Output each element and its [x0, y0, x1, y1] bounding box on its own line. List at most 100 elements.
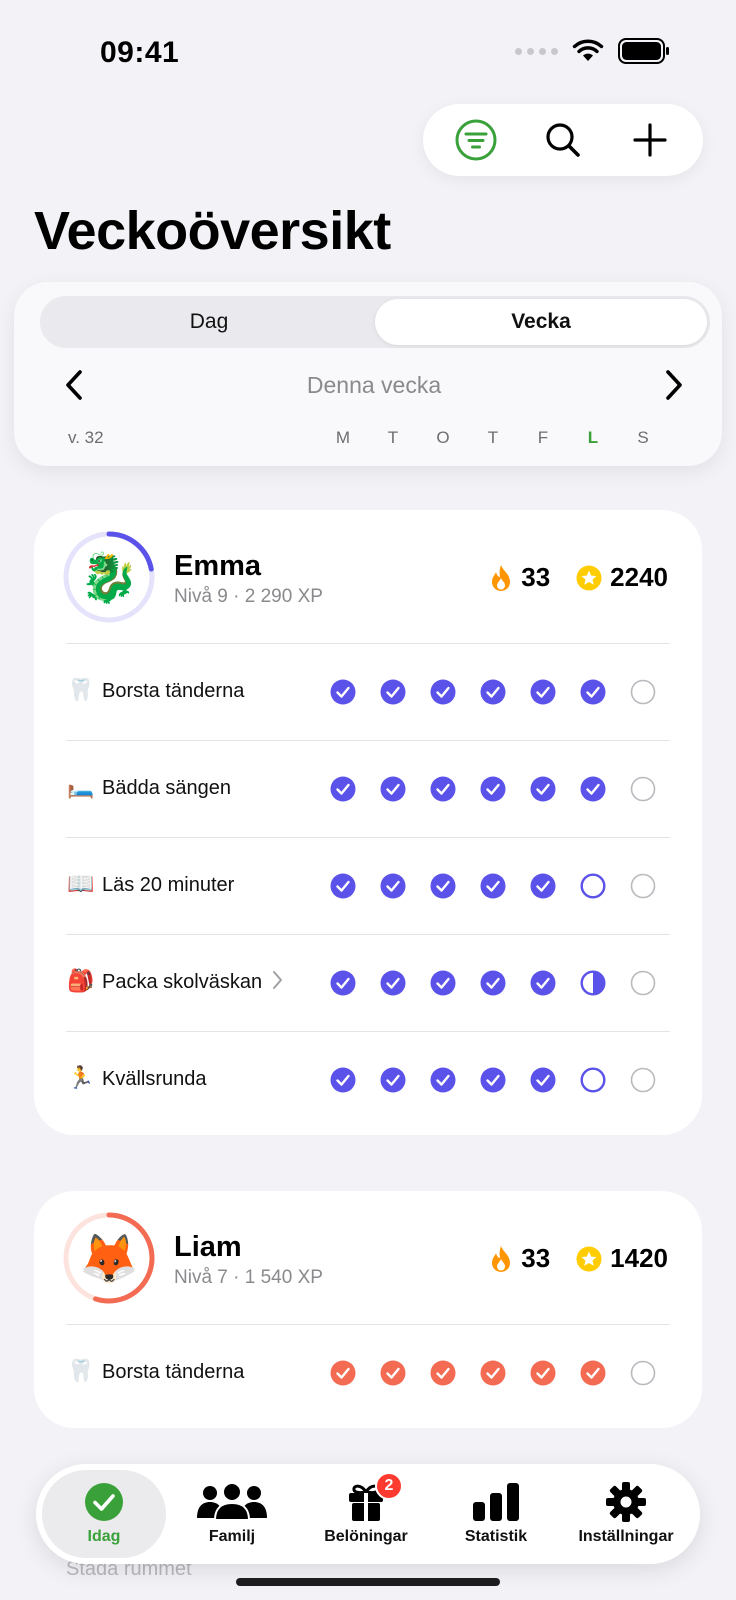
- child-card-emma[interactable]: 🐉 Emma Nivå 9 · 2 290 XP 33 2240 🦷 Borsta tänd…: [34, 510, 702, 1135]
- star-icon: [576, 1246, 602, 1271]
- day-check-done[interactable]: [480, 970, 506, 996]
- next-week-button[interactable]: [654, 365, 694, 405]
- task-row[interactable]: 🎒 Packa skolväskan: [66, 935, 670, 1031]
- day-check-done[interactable]: [480, 873, 506, 899]
- day-check-done[interactable]: [430, 776, 456, 802]
- day-check-done[interactable]: [480, 679, 506, 705]
- points-count: 2240: [610, 562, 668, 592]
- day-check-done[interactable]: [430, 970, 456, 996]
- child-level-xp: Nivå 7 · 1 540 XP: [174, 1267, 323, 1288]
- day-check-done[interactable]: [430, 679, 456, 705]
- child-card-liam[interactable]: 🦊 Liam Nivå 7 · 1 540 XP 33 1420 🦷 Borsta tänd…: [34, 1191, 702, 1428]
- day-check-done[interactable]: [480, 776, 506, 802]
- day-check-done[interactable]: [530, 1360, 556, 1386]
- task-row[interactable]: 🦷 Borsta tänderna: [66, 644, 670, 740]
- task-emoji-icon: 🦷: [67, 678, 95, 703]
- week-panel: Dag Vecka Denna vecka v. 32 M T O T F L S: [14, 282, 722, 466]
- day-check-done[interactable]: [480, 1360, 506, 1386]
- add-button[interactable]: [622, 112, 678, 168]
- task-label: Packa skolväskan: [102, 971, 263, 993]
- day-check-done[interactable]: [380, 1360, 406, 1386]
- avatar: 🐉: [62, 530, 156, 624]
- task-label: Läs 20 minuter: [102, 874, 235, 896]
- task-label: Borsta tänderna: [102, 680, 245, 702]
- top-actions-bar: [423, 104, 703, 176]
- task-row[interactable]: 🛏️ Bädda sängen: [66, 741, 670, 837]
- day-check-empty[interactable]: [630, 776, 656, 802]
- day-check-done[interactable]: [330, 679, 356, 705]
- filter-button[interactable]: [448, 112, 504, 168]
- tab-today-label: Idag: [87, 1528, 121, 1545]
- tab-statistics[interactable]: Statistik: [434, 1464, 558, 1564]
- week-navigator: Denna vecka: [54, 360, 694, 410]
- day-check-half[interactable]: [580, 970, 606, 996]
- day-check-done[interactable]: [430, 1360, 456, 1386]
- points-stat: 1420: [576, 1243, 668, 1274]
- day-check-done[interactable]: [380, 873, 406, 899]
- day-check-done[interactable]: [330, 1067, 356, 1093]
- day-check-done[interactable]: [480, 1067, 506, 1093]
- day-check-empty[interactable]: [630, 1360, 656, 1386]
- previous-week-button[interactable]: [54, 365, 94, 405]
- day-check-done[interactable]: [530, 873, 556, 899]
- task-row[interactable]: 🏃 Kvällsrunda: [66, 1032, 670, 1128]
- day-check-done[interactable]: [530, 679, 556, 705]
- day-check-empty[interactable]: [630, 873, 656, 899]
- day-letter-6: S: [637, 428, 649, 447]
- tab-family[interactable]: Familj: [166, 1464, 298, 1564]
- day-check-done[interactable]: [580, 776, 606, 802]
- status-time: 09:41: [100, 36, 180, 69]
- tab-statistics-label: Statistik: [464, 1528, 528, 1545]
- avatar: 🦊: [62, 1211, 156, 1305]
- day-check-done[interactable]: [580, 679, 606, 705]
- task-row[interactable]: 📖 Läs 20 minuter: [66, 838, 670, 934]
- day-check-done[interactable]: [330, 873, 356, 899]
- segment-week[interactable]: Vecka: [375, 299, 707, 345]
- chevron-right-icon: [666, 370, 682, 400]
- tab-settings[interactable]: Inställningar: [558, 1464, 694, 1564]
- tab-bar: Idag Familj 2 Belöningar Statistik Instä…: [36, 1464, 700, 1564]
- status-bar: 09:41: [0, 0, 736, 100]
- search-button[interactable]: [535, 112, 591, 168]
- rewards-badge: 2: [375, 1472, 403, 1500]
- task-emoji-icon: 🛏️: [67, 775, 95, 800]
- day-check-done[interactable]: [530, 776, 556, 802]
- day-check-done[interactable]: [330, 1360, 356, 1386]
- task-emoji-icon: 🦷: [67, 1359, 95, 1384]
- cellular-signal-icon: [515, 47, 558, 55]
- day-check-done[interactable]: [380, 776, 406, 802]
- wifi-icon: [572, 39, 604, 61]
- day-letter-4: F: [537, 428, 549, 447]
- day-check-done[interactable]: [330, 970, 356, 996]
- filter-icon: [455, 119, 497, 161]
- day-check-done[interactable]: [380, 970, 406, 996]
- child-name: Emma: [174, 550, 262, 582]
- chevron-right-icon: [273, 971, 282, 989]
- week-number: v. 32: [68, 428, 104, 447]
- tab-today[interactable]: Idag: [42, 1470, 166, 1558]
- segment-day[interactable]: Dag: [43, 299, 375, 345]
- day-check-open[interactable]: [580, 873, 606, 899]
- day-check-done[interactable]: [430, 873, 456, 899]
- day-check-done[interactable]: [430, 1067, 456, 1093]
- view-mode-segmented-control: Dag Vecka: [40, 296, 710, 348]
- day-check-empty[interactable]: [630, 1067, 656, 1093]
- day-check-done[interactable]: [380, 679, 406, 705]
- tab-rewards[interactable]: 2 Belöningar: [298, 1464, 434, 1564]
- page-title: Veckoöversikt: [34, 201, 391, 261]
- day-check-empty[interactable]: [630, 970, 656, 996]
- child-name: Liam: [174, 1231, 242, 1263]
- people-icon: [197, 1482, 267, 1521]
- day-check-open[interactable]: [580, 1067, 606, 1093]
- day-check-done[interactable]: [530, 970, 556, 996]
- day-check-done[interactable]: [580, 1360, 606, 1386]
- task-row[interactable]: 🦷 Borsta tänderna: [66, 1325, 670, 1421]
- day-check-done[interactable]: [380, 1067, 406, 1093]
- task-label: Kvällsrunda: [102, 1068, 207, 1090]
- plus-icon: [633, 123, 667, 157]
- search-icon: [546, 123, 580, 157]
- day-check-done[interactable]: [530, 1067, 556, 1093]
- day-check-empty[interactable]: [630, 679, 656, 705]
- day-check-done[interactable]: [330, 776, 356, 802]
- day-letter-1: T: [387, 428, 399, 447]
